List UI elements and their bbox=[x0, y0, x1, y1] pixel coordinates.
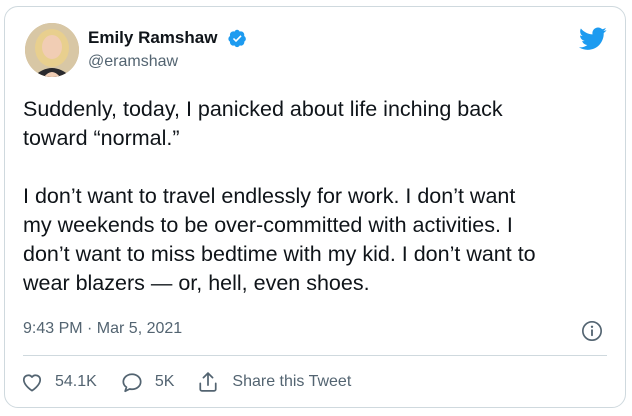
info-icon[interactable] bbox=[581, 320, 603, 342]
share-label: Share this Tweet bbox=[232, 373, 352, 390]
reply-count: 5K bbox=[154, 373, 175, 390]
like-count: 54.1K bbox=[55, 373, 97, 390]
verified-badge-icon bbox=[228, 29, 246, 48]
tweet-text: Suddenly, today, I panicked about life i… bbox=[23, 95, 617, 298]
twitter-bird-icon[interactable] bbox=[579, 27, 607, 51]
share-tweet-button[interactable]: Share this Tweet bbox=[198, 371, 351, 393]
divider bbox=[23, 355, 607, 356]
tweet-line: toward “normal.” bbox=[23, 126, 180, 150]
reply-button[interactable]: 5K bbox=[121, 372, 175, 393]
heart-icon bbox=[22, 374, 42, 392]
profile-photo-icon bbox=[25, 23, 79, 77]
author-name[interactable]: Emily Ramshaw bbox=[88, 28, 217, 48]
tweet-line: don’t want to miss bedtime with my kid. … bbox=[23, 242, 536, 266]
tweet-line: my weekends to be over-committed with ac… bbox=[23, 213, 513, 237]
reply-bubble-icon bbox=[122, 372, 142, 392]
tweet-line: wear blazers — or, hell, even shoes. bbox=[23, 271, 370, 295]
like-button[interactable]: 54.1K bbox=[21, 372, 97, 392]
tweet-line: I don’t want to travel endlessly for wor… bbox=[23, 184, 516, 208]
share-icon bbox=[199, 372, 217, 392]
tweet-line-blank bbox=[23, 153, 617, 182]
tweet-timestamp[interactable]: 9:43 PM · Mar 5, 2021 bbox=[23, 320, 182, 338]
tweet-actions: 54.1K 5K Share this Tweet bbox=[21, 369, 375, 395]
avatar[interactable] bbox=[25, 23, 79, 77]
tweet-line: Suddenly, today, I panicked about life i… bbox=[23, 97, 503, 121]
author-handle[interactable]: @eramshaw bbox=[88, 53, 178, 71]
tweet-card: Emily Ramshaw @eramshaw Suddenly, today,… bbox=[4, 6, 626, 408]
